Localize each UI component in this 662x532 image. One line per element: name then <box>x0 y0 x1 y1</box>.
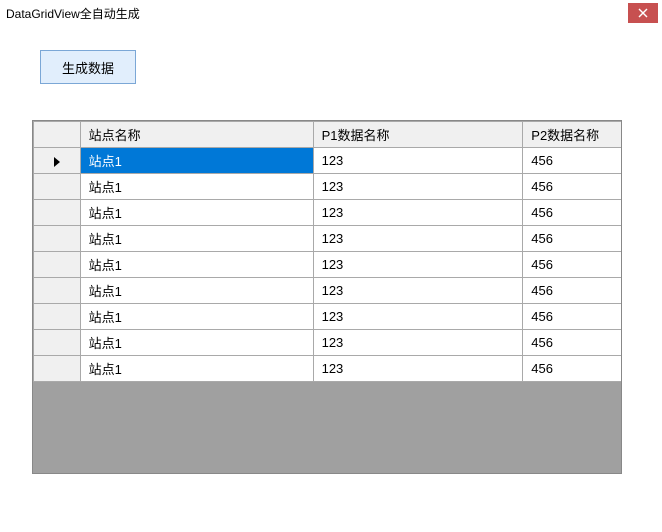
cell-p2[interactable]: 456 <box>523 226 621 252</box>
generate-button-label: 生成数据 <box>62 58 114 77</box>
row-header[interactable] <box>34 200 81 226</box>
cell-p1[interactable]: 123 <box>313 304 523 330</box>
cell-name[interactable]: 站点1 <box>80 252 313 278</box>
grid-scroll[interactable]: 站点名称 P1数据名称 P2数据名称 站点1123456站点1123456站点1… <box>33 121 621 473</box>
close-button[interactable] <box>628 3 658 23</box>
grid-col-header-name[interactable]: 站点名称 <box>80 122 313 148</box>
cell-p2[interactable]: 456 <box>523 148 621 174</box>
table-row[interactable]: 站点1123456 <box>34 174 622 200</box>
grid-col-header-p2[interactable]: P2数据名称 <box>523 122 621 148</box>
grid-header-row: 站点名称 P1数据名称 P2数据名称 <box>34 122 622 148</box>
row-header[interactable] <box>34 148 81 174</box>
generate-button[interactable]: 生成数据 <box>40 50 136 84</box>
cell-p2[interactable]: 456 <box>523 278 621 304</box>
cell-p2[interactable]: 456 <box>523 356 621 382</box>
cell-p1[interactable]: 123 <box>313 278 523 304</box>
cell-name[interactable]: 站点1 <box>80 200 313 226</box>
row-header[interactable] <box>34 252 81 278</box>
cell-p1[interactable]: 123 <box>313 174 523 200</box>
cell-name[interactable]: 站点1 <box>80 148 313 174</box>
cell-name[interactable]: 站点1 <box>80 174 313 200</box>
cell-p1[interactable]: 123 <box>313 330 523 356</box>
table-row[interactable]: 站点1123456 <box>34 304 622 330</box>
cell-p2[interactable]: 456 <box>523 252 621 278</box>
close-icon <box>638 8 648 18</box>
cell-p1[interactable]: 123 <box>313 148 523 174</box>
cell-p2[interactable]: 456 <box>523 330 621 356</box>
cell-p1[interactable]: 123 <box>313 200 523 226</box>
table-row[interactable]: 站点1123456 <box>34 226 622 252</box>
table-row[interactable]: 站点1123456 <box>34 356 622 382</box>
content-area: 生成数据 站点名称 P1数据名称 P2数据名称 站点1123456站点11234… <box>0 26 662 474</box>
row-header[interactable] <box>34 174 81 200</box>
cell-p1[interactable]: 123 <box>313 226 523 252</box>
cell-p2[interactable]: 456 <box>523 174 621 200</box>
row-header[interactable] <box>34 226 81 252</box>
window-title: DataGridView全自动生成 <box>6 5 140 22</box>
cell-p1[interactable]: 123 <box>313 356 523 382</box>
row-header[interactable] <box>34 278 81 304</box>
data-grid[interactable]: 站点名称 P1数据名称 P2数据名称 站点1123456站点1123456站点1… <box>32 120 622 474</box>
row-header[interactable] <box>34 304 81 330</box>
table-row[interactable]: 站点1123456 <box>34 148 622 174</box>
row-header[interactable] <box>34 356 81 382</box>
cell-name[interactable]: 站点1 <box>80 330 313 356</box>
row-header[interactable] <box>34 330 81 356</box>
cell-name[interactable]: 站点1 <box>80 304 313 330</box>
cell-p2[interactable]: 456 <box>523 200 621 226</box>
cell-p2[interactable]: 456 <box>523 304 621 330</box>
table-row[interactable]: 站点1123456 <box>34 252 622 278</box>
row-indicator-icon <box>54 157 60 167</box>
cell-name[interactable]: 站点1 <box>80 226 313 252</box>
grid-col-header-p1[interactable]: P1数据名称 <box>313 122 523 148</box>
grid-corner-cell[interactable] <box>34 122 81 148</box>
grid-table: 站点名称 P1数据名称 P2数据名称 站点1123456站点1123456站点1… <box>33 121 621 382</box>
table-row[interactable]: 站点1123456 <box>34 278 622 304</box>
titlebar: DataGridView全自动生成 <box>0 0 662 26</box>
cell-name[interactable]: 站点1 <box>80 356 313 382</box>
table-row[interactable]: 站点1123456 <box>34 200 622 226</box>
table-row[interactable]: 站点1123456 <box>34 330 622 356</box>
cell-p1[interactable]: 123 <box>313 252 523 278</box>
cell-name[interactable]: 站点1 <box>80 278 313 304</box>
